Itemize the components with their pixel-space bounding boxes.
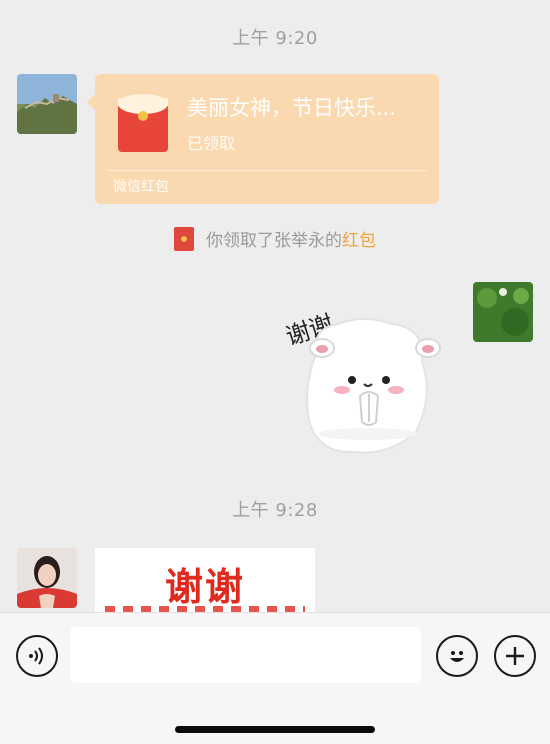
emoji-icon[interactable]: [436, 635, 478, 677]
notice-text: 你领取了张举永的: [206, 231, 342, 251]
image-message-text: 谢谢: [164, 565, 245, 609]
contact-avatar[interactable]: [17, 74, 77, 134]
system-notice: 你领取了张举永的红包: [0, 226, 550, 253]
home-indicator[interactable]: [175, 726, 375, 733]
sticker-message[interactable]: 谢谢: [276, 284, 451, 460]
notice-link[interactable]: 红包: [342, 231, 376, 251]
timestamp: 上午 9:20: [232, 28, 318, 49]
input-bar: [0, 612, 550, 744]
red-packet-label: 微信红包: [113, 179, 169, 195]
red-packet-small-icon: [174, 227, 194, 251]
message-input[interactable]: [70, 627, 421, 683]
image-message[interactable]: 谢谢: [95, 548, 315, 612]
divider: [107, 170, 427, 171]
plus-icon[interactable]: [494, 635, 536, 677]
self-avatar[interactable]: [473, 282, 533, 342]
red-packet-title: 美丽女神，节日快乐...: [187, 96, 397, 120]
timestamp: 上午 9:28: [232, 500, 318, 521]
red-packet-status: 已领取: [187, 134, 236, 153]
red-packet-message[interactable]: 美丽女神，节日快乐... 已领取 微信红包: [87, 74, 439, 204]
hamster-sticker: 谢谢: [282, 310, 441, 454]
voice-icon[interactable]: [16, 635, 58, 677]
contact-avatar[interactable]: [17, 548, 77, 608]
red-packet-icon: [117, 94, 169, 158]
